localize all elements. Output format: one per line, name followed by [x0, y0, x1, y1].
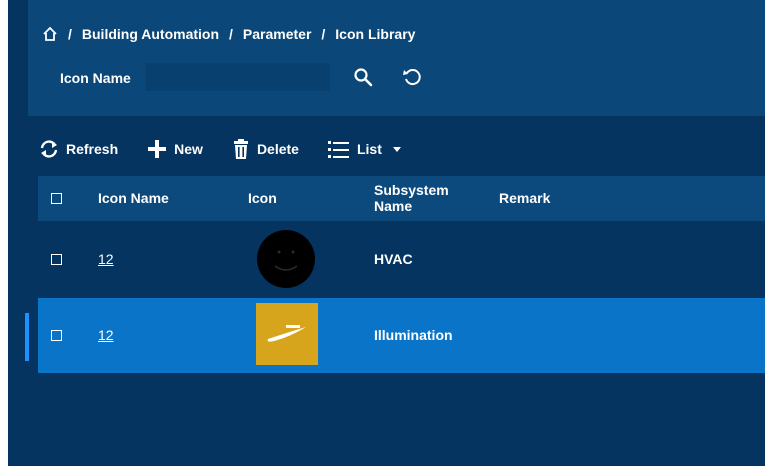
icon-name-search-input[interactable] — [146, 63, 330, 91]
breadcrumb: / Building Automation / Parameter / Icon… — [42, 24, 415, 44]
subsystem-name: HVAC — [374, 251, 413, 267]
list-view-label: List — [356, 141, 382, 157]
subsystem-name: Illumination — [374, 327, 453, 343]
new-button[interactable]: New — [146, 138, 203, 160]
breadcrumb-item-icon-library: Icon Library — [335, 26, 416, 42]
breadcrumb-item-building-automation[interactable]: Building Automation — [82, 26, 219, 42]
refresh-label: Refresh — [66, 141, 119, 157]
selected-row-indicator — [25, 313, 29, 361]
toolbar: Refresh New Delete List — [38, 136, 436, 162]
refresh-icon — [40, 140, 58, 158]
delete-button[interactable]: Delete — [231, 138, 299, 160]
filter-panel — [28, 0, 765, 116]
breadcrumb-separator: / — [68, 26, 72, 42]
smiley-icon — [257, 230, 315, 288]
brand-logo-icon — [256, 303, 318, 365]
row-checkbox[interactable] — [51, 254, 62, 265]
column-header-icon-name[interactable]: Icon Name — [98, 190, 169, 206]
list-view-dropdown[interactable]: List — [327, 138, 408, 160]
select-all-checkbox[interactable] — [51, 193, 62, 204]
breadcrumb-item-parameter[interactable]: Parameter — [243, 26, 312, 42]
trash-icon — [233, 139, 248, 159]
breadcrumb-separator: / — [229, 26, 233, 42]
reset-icon[interactable] — [402, 67, 422, 87]
icon-name-link[interactable]: 12 — [98, 251, 114, 267]
refresh-button[interactable]: Refresh — [38, 138, 118, 160]
table-header: Icon Name Icon Subsystem Name Remark — [38, 176, 765, 221]
list-icon — [327, 141, 349, 158]
delete-label: Delete — [256, 141, 299, 157]
search-icon[interactable] — [353, 67, 373, 87]
caret-down-icon — [392, 147, 401, 152]
row-checkbox[interactable] — [51, 330, 62, 341]
icon-name-filter-label: Icon Name — [60, 70, 131, 86]
icon-library-page: / Building Automation / Parameter / Icon… — [8, 0, 765, 466]
column-header-subsystem-name[interactable]: Subsystem Name — [374, 182, 454, 214]
table-row[interactable]: 12 HVAC — [38, 222, 765, 297]
table-row[interactable]: 12 Illumination — [38, 298, 765, 373]
home-icon[interactable] — [42, 26, 58, 42]
breadcrumb-separator: / — [321, 26, 326, 42]
column-header-icon[interactable]: Icon — [248, 190, 277, 206]
column-header-remark[interactable]: Remark — [499, 190, 550, 206]
plus-icon — [148, 140, 167, 158]
icon-name-link[interactable]: 12 — [98, 327, 114, 343]
new-label: New — [174, 141, 203, 157]
